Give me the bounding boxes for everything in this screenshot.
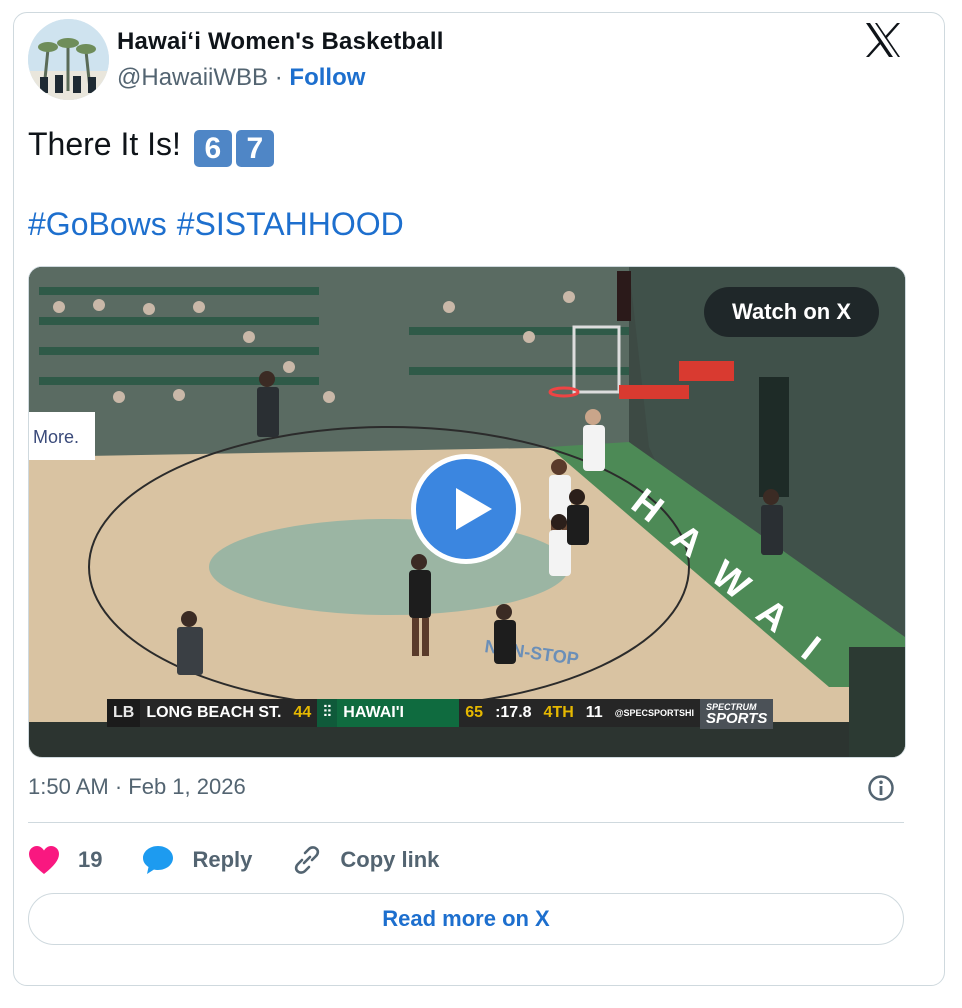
network-logo: SPECTRUM SPORTS xyxy=(699,699,774,729)
keycap-emoji: 6 xyxy=(193,130,232,167)
away-team-name: LONG BEACH ST. xyxy=(140,699,288,727)
link-icon xyxy=(295,846,320,874)
copy-link-label: Copy link xyxy=(340,847,440,872)
watch-on-x-button[interactable]: Watch on X xyxy=(704,287,879,337)
shot-clock: 11 xyxy=(579,699,609,727)
follow-link[interactable]: Follow xyxy=(289,64,365,91)
like-button[interactable]: 19 xyxy=(28,845,102,875)
post-timestamp[interactable]: 1:50 AM · Feb 1, 2026 xyxy=(28,774,246,800)
heart-icon xyxy=(29,846,59,874)
broadcast-credit: @SPECSPORTSHI xyxy=(608,699,700,727)
home-team-name: HAWAI'I xyxy=(337,699,460,727)
play-icon[interactable] xyxy=(411,454,521,564)
author-handle[interactable]: @HawaiiWBB xyxy=(117,64,268,91)
reply-label: Reply xyxy=(192,847,253,872)
away-team-score: 44 xyxy=(287,699,318,727)
game-quarter: 4TH xyxy=(537,699,580,727)
like-count: 19 xyxy=(78,847,103,872)
author-handle-line: @HawaiiWBB · Follow xyxy=(117,64,365,92)
post-text: There It Is! 67 xyxy=(28,125,274,167)
keycap-emoji: 7 xyxy=(235,130,274,167)
read-more-button[interactable]: Read more on X xyxy=(28,893,904,945)
game-clock: :17.8 xyxy=(489,699,538,727)
divider xyxy=(28,822,904,823)
hashtag-link[interactable]: #SISTAHHOOD xyxy=(177,206,404,242)
video-player[interactable]: NON-STOP H A W A I More. Watch on X LB L… xyxy=(28,266,906,758)
hashtag-link[interactable]: #GoBows xyxy=(28,206,167,242)
post-text-content: There It Is! xyxy=(28,126,181,162)
reply-button[interactable]: Reply xyxy=(142,845,252,875)
network-logo-bottom: SPORTS xyxy=(705,710,768,727)
x-logo-icon[interactable] xyxy=(863,20,903,60)
author-display-name[interactable]: Hawaiʻi Women's Basketball xyxy=(117,28,444,56)
separator-dot: · xyxy=(274,64,283,91)
away-team-logo: LB xyxy=(107,699,141,727)
avatar[interactable] xyxy=(28,19,109,100)
court-sign-text: More. xyxy=(33,427,79,447)
home-team-logo: ⫶⫶ xyxy=(317,699,338,727)
hashtag-list: #GoBows #SISTAHHOOD xyxy=(28,205,414,243)
scorebug: LB LONG BEACH ST. 44 ⫶⫶ HAWAI'I 65 :17.8… xyxy=(107,699,827,729)
action-bar: 19 Reply Copy link xyxy=(28,842,479,878)
copy-link-button[interactable]: Copy link xyxy=(292,845,439,875)
home-team-score: 65 xyxy=(459,699,490,727)
info-icon[interactable] xyxy=(867,774,895,802)
speech-bubble-icon xyxy=(143,846,174,874)
